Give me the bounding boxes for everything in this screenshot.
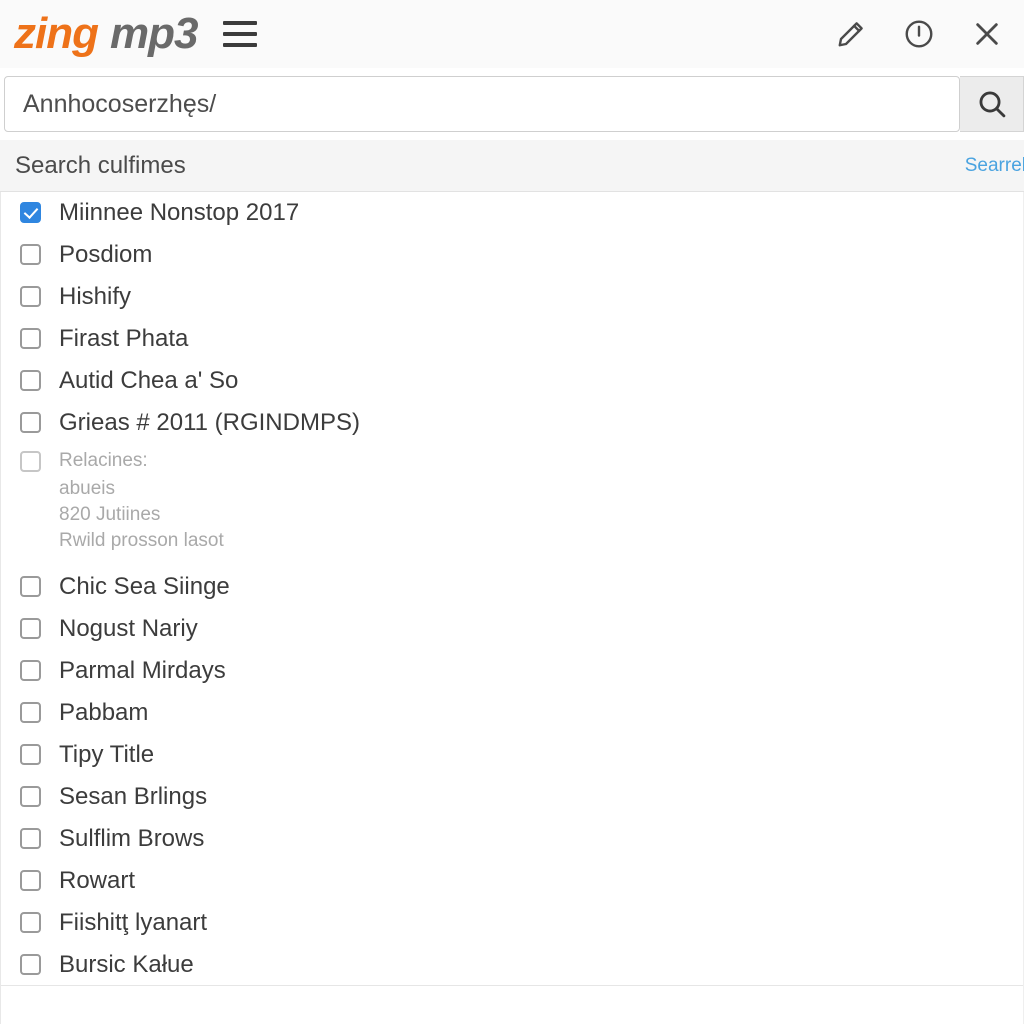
hamburger-bar: [223, 32, 258, 36]
list-item-label: Bursic Kałue: [59, 951, 194, 978]
list-item-label: Chic Sea Siinge: [59, 573, 230, 600]
app-window: zing mp3 Annhocoserzhęs/ Search culfimes…: [0, 0, 1024, 1024]
list-item-label: Rowart: [59, 867, 136, 894]
checkbox-unchecked[interactable]: [20, 744, 41, 765]
section-action-link[interactable]: Searrel: [965, 155, 1024, 177]
checkbox-checked[interactable]: [20, 202, 41, 223]
list-item[interactable]: Parmal Mirdays: [1, 650, 1023, 692]
list-item[interactable]: Posdiom: [1, 234, 1023, 276]
list-item-label: Miinnee Nonstop 2017: [59, 199, 300, 226]
list-item-label: Fiishitţ lyanart: [59, 909, 208, 936]
list-item[interactable]: Bursic Kałue: [1, 944, 1023, 986]
list-item-label: Relacines: abueis 820 Jutiines Rwild prosso…: [59, 448, 224, 554]
hamburger-bar: [223, 21, 258, 25]
list-item[interactable]: Hishify: [1, 276, 1023, 318]
list-item[interactable]: Chic Sea Siinge: [1, 566, 1023, 608]
list-item-label: Autid Chea a' So: [59, 367, 239, 394]
checkbox-unchecked[interactable]: [20, 828, 41, 849]
list-item-label: Relacines:: [59, 450, 148, 471]
list-item[interactable]: Grieas # 2011 (RGINDMPS): [1, 402, 1023, 444]
checkbox-unchecked[interactable]: [20, 328, 41, 349]
search-input[interactable]: [5, 77, 959, 131]
hamburger-bar: [223, 43, 258, 47]
list-item-label: Parmal Mirdays: [59, 657, 226, 684]
power-info-icon[interactable]: [900, 15, 938, 53]
list-item[interactable]: Miinnee Nonstop 2017: [1, 192, 1023, 234]
list-item-subline: Rwild prosson lasot: [59, 530, 224, 551]
logo-text-secondary: mp3: [109, 9, 198, 58]
list-item-subline: 820 Jutiines: [59, 504, 161, 525]
list-item[interactable]: Pabbam: [1, 692, 1023, 734]
search-bar: [0, 68, 1024, 140]
list-item-label: Tipy Title: [59, 741, 155, 768]
list-item[interactable]: Fiishitţ lyanart: [1, 902, 1023, 944]
list-item[interactable]: Tipy Title: [1, 734, 1023, 776]
list-item-label: Sulflim Brows: [59, 825, 205, 852]
list-item[interactable]: Sesan Brlings: [1, 776, 1023, 818]
header-icon-group: [832, 15, 1006, 53]
app-header: zing mp3: [0, 0, 1024, 68]
checkbox-unchecked[interactable]: [20, 286, 41, 307]
search-submit-button[interactable]: [960, 76, 1024, 132]
checkbox-unchecked[interactable]: [20, 451, 41, 472]
list-item-label: Nogust Nariy: [59, 615, 198, 642]
list-item[interactable]: Sulflim Brows: [1, 818, 1023, 860]
checkbox-unchecked[interactable]: [20, 412, 41, 433]
list-item[interactable]: Nogust Nariy: [1, 608, 1023, 650]
checkbox-unchecked[interactable]: [20, 660, 41, 681]
list-item-label: Posdiom: [59, 241, 153, 268]
list-item-label: Grieas # 2011 (RGINDMPS): [59, 409, 360, 436]
list-item-label: Firast Phata: [59, 325, 189, 352]
section-header: Search culfimes Searrel: [0, 140, 1024, 192]
list-item-label: Pabbam: [59, 699, 149, 726]
checkbox-unchecked[interactable]: [20, 244, 41, 265]
result-list: Miinnee Nonstop 2017 Posdiom Hishify Firast…: [0, 192, 1024, 1024]
checkbox-unchecked[interactable]: [20, 618, 41, 639]
checkbox-unchecked[interactable]: [20, 870, 41, 891]
checkbox-unchecked[interactable]: [20, 370, 41, 391]
checkbox-unchecked[interactable]: [20, 786, 41, 807]
list-item-label: Sesan Brlings: [59, 783, 208, 810]
list-item[interactable]: Rowart: [1, 860, 1023, 902]
list-item-label: Hishify: [59, 283, 132, 310]
checkbox-unchecked[interactable]: [20, 912, 41, 933]
checkbox-unchecked[interactable]: [20, 576, 41, 597]
checkbox-unchecked[interactable]: [20, 702, 41, 723]
list-item[interactable]: Relacines: abueis 820 Jutiines Rwild prosso…: [1, 444, 1023, 566]
app-logo: zing mp3: [14, 9, 198, 58]
list-item-subline: abueis: [59, 478, 115, 499]
section-title: Search culfimes: [15, 151, 186, 179]
edit-pencil-icon[interactable]: [832, 15, 870, 53]
hamburger-menu-icon[interactable]: [223, 19, 258, 49]
search-input-container[interactable]: [4, 76, 960, 132]
list-item[interactable]: Autid Chea a' So: [1, 360, 1023, 402]
logo-text-primary: zing: [14, 9, 99, 58]
close-x-icon[interactable]: [968, 15, 1006, 53]
list-item[interactable]: Firast Phata: [1, 318, 1023, 360]
checkbox-unchecked[interactable]: [20, 954, 41, 975]
